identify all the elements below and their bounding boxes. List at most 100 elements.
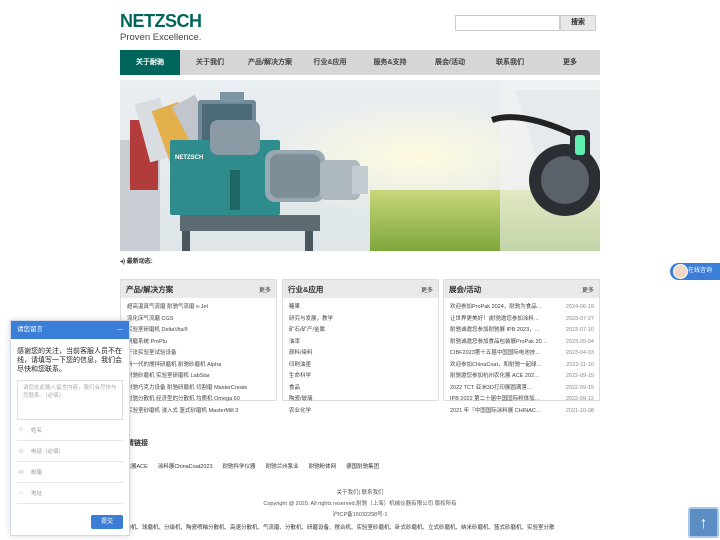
ev-charger-illustration — [490, 80, 600, 251]
event-title: 欢迎参加ChinaCoat，和耐驰一起绿… — [450, 361, 542, 368]
hero-banner[interactable]: NETZSCH — [120, 80, 600, 251]
nav-item-4[interactable]: 服务&支持 — [360, 50, 420, 75]
friend-link[interactable]: 涂料展ChinaCoat2023 — [158, 462, 213, 470]
list-item-title: 流化床气流磨 CGS — [127, 315, 174, 322]
event-title: 让世界更美好！|耐驰邀您参加涂料… — [450, 315, 540, 322]
list-item[interactable]: 新一代的搅拌研磨机 耐驰砂磨机 Alpha — [127, 360, 271, 372]
list-item-title: 油漆 — [289, 338, 301, 345]
list-item[interactable]: 2021 年『中国国际涂料展 CHINAC… 2021-10-08 — [450, 406, 594, 418]
list-item-title: 颜料/染料 — [289, 350, 313, 356]
list-item[interactable]: 食品 — [289, 383, 433, 395]
list-item[interactable]: 实验室砂磨机 浸入式 篮式砂磨机 MasterMill 3 — [127, 406, 271, 418]
chat-submit-button[interactable]: 提交 — [91, 515, 123, 529]
main-nav: 关于耐驰 关于我们 产品/解决方案 行业&应用 服务&支持 展会/活动 联系我们 更多 — [120, 50, 600, 75]
products-title: 产品/解决方案 — [126, 284, 174, 294]
list-item[interactable]: CIBF2023第十五届中国国际电池技… 2023-04-03 — [450, 348, 594, 360]
industries-header: 行业&应用 更多 — [283, 280, 438, 298]
event-date: 2024-06-19 — [565, 304, 594, 310]
list-item[interactable]: 陶瓷/玻璃 — [289, 394, 433, 406]
nav-item-7[interactable]: 更多 — [540, 50, 600, 75]
nav-item-6[interactable]: 联系我们 — [480, 50, 540, 75]
list-item[interactable]: IPB 2022 第二十届中国国际粉体加… 2022-09-12 — [450, 394, 594, 406]
industries-more-link[interactable]: 更多 — [421, 285, 433, 294]
event-title: 耐驰诚邀您参加耐驰展 IPB 2023，… — [450, 327, 541, 333]
list-item[interactable]: 研磨系统 ProPlu — [127, 337, 271, 349]
list-item[interactable]: 油漆 — [289, 337, 433, 349]
nav-item-3[interactable]: 行业&应用 — [300, 50, 360, 75]
list-item[interactable]: 耐驰诚邀您参加食品包装展ProPak 20… 2023-05-04 — [450, 337, 594, 349]
list-item[interactable]: 耐驰巧克力设备 耐驰研磨机 切割磨 MasterCreate — [127, 383, 271, 395]
list-item[interactable]: 生命科学 — [289, 371, 433, 383]
nav-item-2[interactable]: 产品/解决方案 — [240, 50, 300, 75]
arrow-up-icon: ↑ — [699, 515, 708, 532]
products-more-link[interactable]: 更多 — [259, 285, 271, 294]
events-title: 展会/活动 — [449, 284, 482, 294]
user-icon: ☺ — [17, 427, 25, 433]
list-item[interactable]: 流化床气流磨 CGS — [127, 314, 271, 326]
events-column: 展会/活动 更多 欢迎参加ProPak 2024，耐驰为食品… 2024-06-1… — [443, 279, 600, 414]
list-item[interactable]: 欢迎参加ChinaCoat，和耐驰一起绿… 2022-11-10 — [450, 360, 594, 372]
list-item-title: 耐驰砂磨机 实验室研磨机 LabStar — [127, 373, 210, 379]
list-item[interactable]: 耐驰砂磨机 实验室研磨机 LabStar — [127, 371, 271, 383]
footer-icp[interactable]: 沪ICP备15032298号-1 — [120, 510, 600, 521]
agent-avatar — [673, 264, 688, 279]
phone-icon: ☏ — [17, 448, 25, 455]
keyword-tags[interactable]: 干燥机、球磨机、分级机、陶瓷喷釉分散机、高速分散机、气流磨、分散机、研磨设备、搅… — [120, 523, 600, 533]
friend-link[interactable]: 耐驰粉体网 — [309, 462, 337, 470]
friend-link[interactable]: 德国耐驰集团 — [346, 462, 379, 470]
list-item[interactable]: 研究与发展，教学 — [289, 314, 433, 326]
chat-widget: 请您留言 — 感谢您的关注，当前客服人员不在线，请填写一下您的信息，我们会尽快和… — [10, 320, 130, 536]
list-item[interactable]: 颜料/染料 — [289, 348, 433, 360]
list-item-title: 超高温真气流磨 耐驰气流磨 s-Jet — [127, 304, 208, 310]
netzsch-logo[interactable]: NETZSCH Proven Excellence. — [120, 11, 202, 46]
industries-title: 行业&应用 — [288, 284, 324, 294]
online-consult-button[interactable]: 在线咨询 — [670, 263, 720, 280]
chat-field-2[interactable]: ✉ 邮箱 — [17, 462, 123, 483]
event-title: 2022 TCT 亚洲3D打印展圆满落… — [450, 384, 533, 391]
logo-wordmark: NETZSCH — [120, 11, 202, 31]
event-title: 耐驰邀您参加杭州农化展 ACE 202… — [450, 373, 540, 379]
online-consult-label: 在线咨询 — [688, 268, 713, 274]
chat-intro-text: 感谢您的关注，当前客服人员不在线，请填写一下您的信息，我们会尽快和您联系。 — [17, 348, 122, 373]
event-title: 欢迎参加ProPak 2024，耐驰为食品… — [450, 304, 543, 310]
nav-item-1[interactable]: 关于我们 — [180, 50, 240, 75]
footer-nav[interactable]: 关于我们| 联系我们 — [120, 488, 600, 499]
list-item[interactable]: 欢迎参加ProPak 2024，耐驰为食品… 2024-06-19 — [450, 302, 594, 314]
home-icon: ⌂ — [19, 490, 23, 496]
list-item-title: 食品 — [289, 384, 301, 391]
list-item-title: 糖果 — [289, 304, 301, 310]
back-to-top-button[interactable]: ↑ — [688, 507, 719, 538]
minimize-icon[interactable]: — — [117, 321, 124, 339]
list-item[interactable]: 矿石/矿产/金属 — [289, 325, 433, 337]
mail-icon: ✉ — [18, 469, 24, 476]
event-date: 2022-09-12 — [565, 396, 594, 402]
list-item[interactable]: 2022 TCT 亚洲3D打印展圆满落… 2022-09-15 — [450, 383, 594, 395]
list-item[interactable]: 干法实验室试验设备 — [127, 348, 271, 360]
search-button[interactable]: 搜索 — [560, 15, 596, 31]
list-item-title: 新一代的搅拌研磨机 耐驰砂磨机 Alpha — [127, 361, 222, 368]
products-list: 超高温真气流磨 耐驰气流磨 s-Jet 流化床气流磨 CGS 实验室研磨机 Delt… — [121, 298, 276, 417]
list-item[interactable]: 让世界更美好！|耐驰邀您参加涂料… 2023-07-27 — [450, 314, 594, 326]
events-more-link[interactable]: 更多 — [582, 285, 594, 294]
search-input[interactable] — [455, 15, 560, 31]
list-item[interactable]: 糖果 — [289, 302, 433, 314]
nav-item-0[interactable]: 关于耐驰 — [120, 50, 180, 75]
chat-field-3[interactable]: ⌂ 地址 — [17, 483, 123, 504]
list-item[interactable]: 耐驰邀您参加杭州农化展 ACE 202… 2022-09-15 — [450, 371, 594, 383]
friend-link[interactable]: 耐驰科学仪器 — [223, 462, 256, 470]
friend-link[interactable]: 耐驰兰州泵业 — [266, 462, 299, 470]
list-item[interactable]: 印刷油墨 — [289, 360, 433, 372]
speaker-icon: ◂) — [120, 259, 126, 265]
list-item[interactable]: 超高温真气流磨 耐驰气流磨 s-Jet — [127, 302, 271, 314]
industries-list: 糖果研究与发展，教学 矿石/矿产/金属 油漆颜料/染料印刷油墨 生命科学 食品陶瓷/玻璃… — [283, 298, 438, 417]
nav-item-5[interactable]: 展会/活动 — [420, 50, 480, 75]
products-column: 产品/解决方案 更多 超高温真气流磨 耐驰气流磨 s-Jet 流化床气流磨 CGS… — [120, 279, 277, 414]
chat-field-1[interactable]: ☏ 电话（必填） — [17, 441, 123, 462]
chat-field-label: 姓名 — [31, 428, 43, 434]
list-item[interactable]: 耐驰分散机 经济型的分散机 均质机 Omega 60 — [127, 394, 271, 406]
chat-field-0[interactable]: ☺ 姓名 — [17, 420, 123, 441]
list-item[interactable]: 实验室研磨机 DeltaVita® — [127, 325, 271, 337]
list-item[interactable]: 农业化学 — [289, 406, 433, 418]
list-item[interactable]: 耐驰诚邀您参加耐驰展 IPB 2023，… 2023-07-10 — [450, 325, 594, 337]
chat-message-input[interactable]: 请您在此输入留言内容，我们会尽快与您联系。（必填） — [17, 380, 123, 420]
